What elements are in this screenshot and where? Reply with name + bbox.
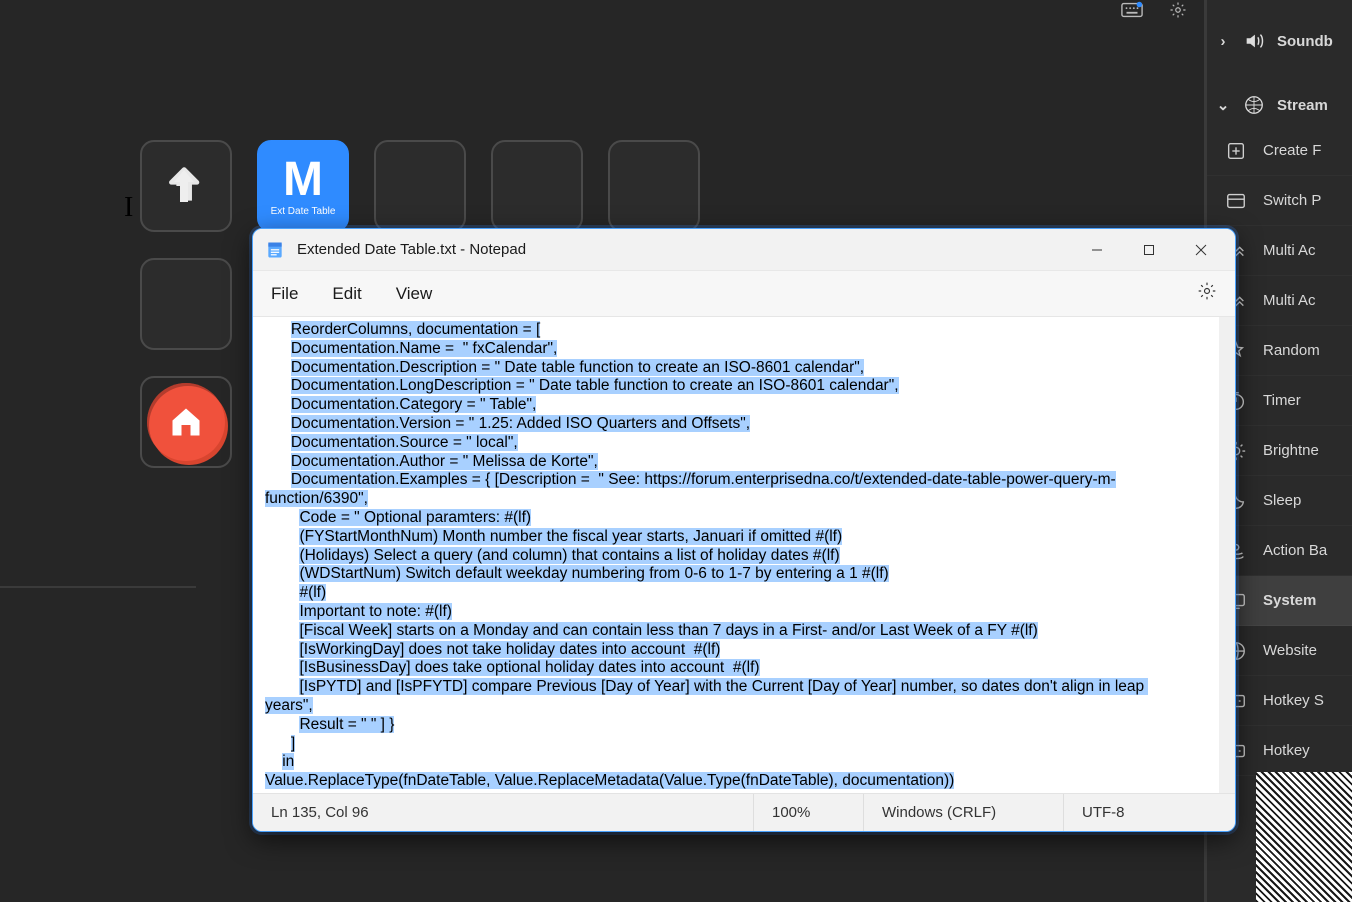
selected-text: [IsBusinessDay] does take optional holid… [299, 659, 759, 676]
selected-text: ReorderColumns, documentation = [ [291, 321, 540, 338]
status-line-col: Ln 135, Col 96 [253, 794, 753, 831]
panel-item-label: Random [1263, 342, 1320, 359]
divider [0, 586, 196, 588]
selected-text: [IsWorkingDay] does not take holiday dat… [299, 641, 720, 658]
panel-item-label: Website [1263, 642, 1317, 659]
notepad-statusbar: Ln 135, Col 96 100% Windows (CRLF) UTF-8 [253, 793, 1235, 831]
panel-item-label: Timer [1263, 392, 1301, 409]
panel-item-label: Multi Ac [1263, 292, 1316, 309]
status-encoding: UTF-8 [1063, 794, 1235, 831]
tile-caption: Ext Date Table [271, 206, 336, 217]
tile-letter: M [283, 156, 323, 204]
maximize-button[interactable] [1123, 230, 1175, 270]
panel-item-icon [1223, 138, 1249, 164]
selected-text: (FYStartMonthNum) Month number the fisca… [299, 528, 842, 545]
panel-item-label: System [1263, 592, 1316, 609]
minimize-button[interactable] [1071, 230, 1123, 270]
chevron-right-icon: › [1215, 33, 1231, 50]
notepad-app-icon [265, 240, 285, 260]
keyboard-icon[interactable] [1118, 0, 1146, 20]
selected-text: Result = " " ] } [299, 716, 394, 733]
panel-item-label: Hotkey S [1263, 692, 1324, 709]
panel-section-label: Soundb [1277, 33, 1333, 50]
notepad-text-area[interactable]: ReorderColumns, documentation = [ Docume… [253, 317, 1235, 793]
menu-file[interactable]: File [271, 284, 298, 304]
tile-empty-3[interactable] [608, 140, 700, 232]
panel-item-create-f[interactable]: Create F [1207, 126, 1352, 176]
selected-text: Documentation.Examples = { [Description … [291, 471, 1116, 488]
selected-text: #(lf) [299, 584, 326, 601]
selected-text: Documentation.Source = " local", [291, 434, 518, 451]
panel-section-stream[interactable]: ⌄ Stream [1207, 84, 1352, 126]
chevron-down-icon: ⌄ [1215, 96, 1231, 114]
notepad-titlebar[interactable]: Extended Date Table.txt - Notepad [253, 229, 1235, 271]
menu-view[interactable]: View [396, 284, 433, 304]
globe-grid-icon [1241, 92, 1267, 118]
settings-gear-icon[interactable] [1197, 281, 1217, 306]
selected-text: Value.ReplaceType(fnDateTable, Value.Rep… [265, 772, 954, 789]
selected-text: in [282, 753, 294, 770]
panel-item-label: Hotkey [1263, 742, 1310, 759]
panel-section-soundboard[interactable]: › Soundb [1207, 20, 1352, 62]
selected-text: (Holidays) Select a query (and column) t… [299, 547, 839, 564]
panel-item-icon [1223, 188, 1249, 214]
panel-item-label: Sleep [1263, 492, 1301, 509]
tile-home[interactable] [140, 376, 232, 468]
text-cursor-icon: I [124, 192, 133, 224]
selected-text: Documentation.Author = " Melissa de Kort… [291, 453, 598, 470]
tile-ext-date-table[interactable]: M Ext Date Table [257, 140, 349, 232]
tile-empty-1[interactable] [374, 140, 466, 232]
panel-item-label: Brightne [1263, 442, 1319, 459]
selected-text: ] [291, 735, 295, 752]
selected-text: Documentation.Category = " Table", [291, 396, 537, 413]
selected-text: Documentation.Name = " fxCalendar", [291, 340, 557, 357]
panel-item-label: Switch P [1263, 192, 1321, 209]
speaker-icon [1241, 28, 1267, 54]
selected-text: years", [265, 697, 313, 714]
notepad-menubar: File Edit View [253, 271, 1235, 317]
home-icon [168, 404, 204, 440]
selected-text: Important to note: #(lf) [299, 603, 452, 620]
panel-preview-thumb [1256, 772, 1352, 902]
selected-text: function/6390", [265, 490, 368, 507]
selected-text: Documentation.LongDescription = " Date t… [291, 377, 899, 394]
panel-item-label: Action Ba [1263, 542, 1327, 559]
menu-edit[interactable]: Edit [332, 284, 361, 304]
tile-empty-4[interactable] [140, 258, 232, 350]
selected-text: (WDStartNum) Switch default weekday numb… [299, 565, 888, 582]
panel-item-switch-p[interactable]: Switch P [1207, 176, 1352, 226]
vertical-scrollbar[interactable] [1219, 317, 1235, 793]
panel-item-label: Multi Ac [1263, 242, 1316, 259]
tile-up-arrow[interactable] [140, 140, 232, 232]
panel-section-label: Stream [1277, 97, 1328, 114]
selected-text: Code = " Optional paramters: #(lf) [299, 509, 531, 526]
tile-empty-2[interactable] [491, 140, 583, 232]
selected-text: [Fiscal Week] starts on a Monday and can… [299, 622, 1037, 639]
close-button[interactable] [1175, 230, 1227, 270]
panel-item-label: Create F [1263, 142, 1321, 159]
status-eol: Windows (CRLF) [863, 794, 1063, 831]
notepad-window: Extended Date Table.txt - Notepad File E… [252, 228, 1236, 832]
selected-text: Documentation.Version = " 1.25: Added IS… [291, 415, 750, 432]
selected-text: [IsPYTD] and [IsPFYTD] compare Previous … [299, 678, 1148, 695]
selected-text: Documentation.Description = " Date table… [291, 359, 864, 376]
status-zoom: 100% [753, 794, 863, 831]
window-title: Extended Date Table.txt - Notepad [297, 241, 526, 258]
gear-icon[interactable] [1164, 0, 1192, 20]
